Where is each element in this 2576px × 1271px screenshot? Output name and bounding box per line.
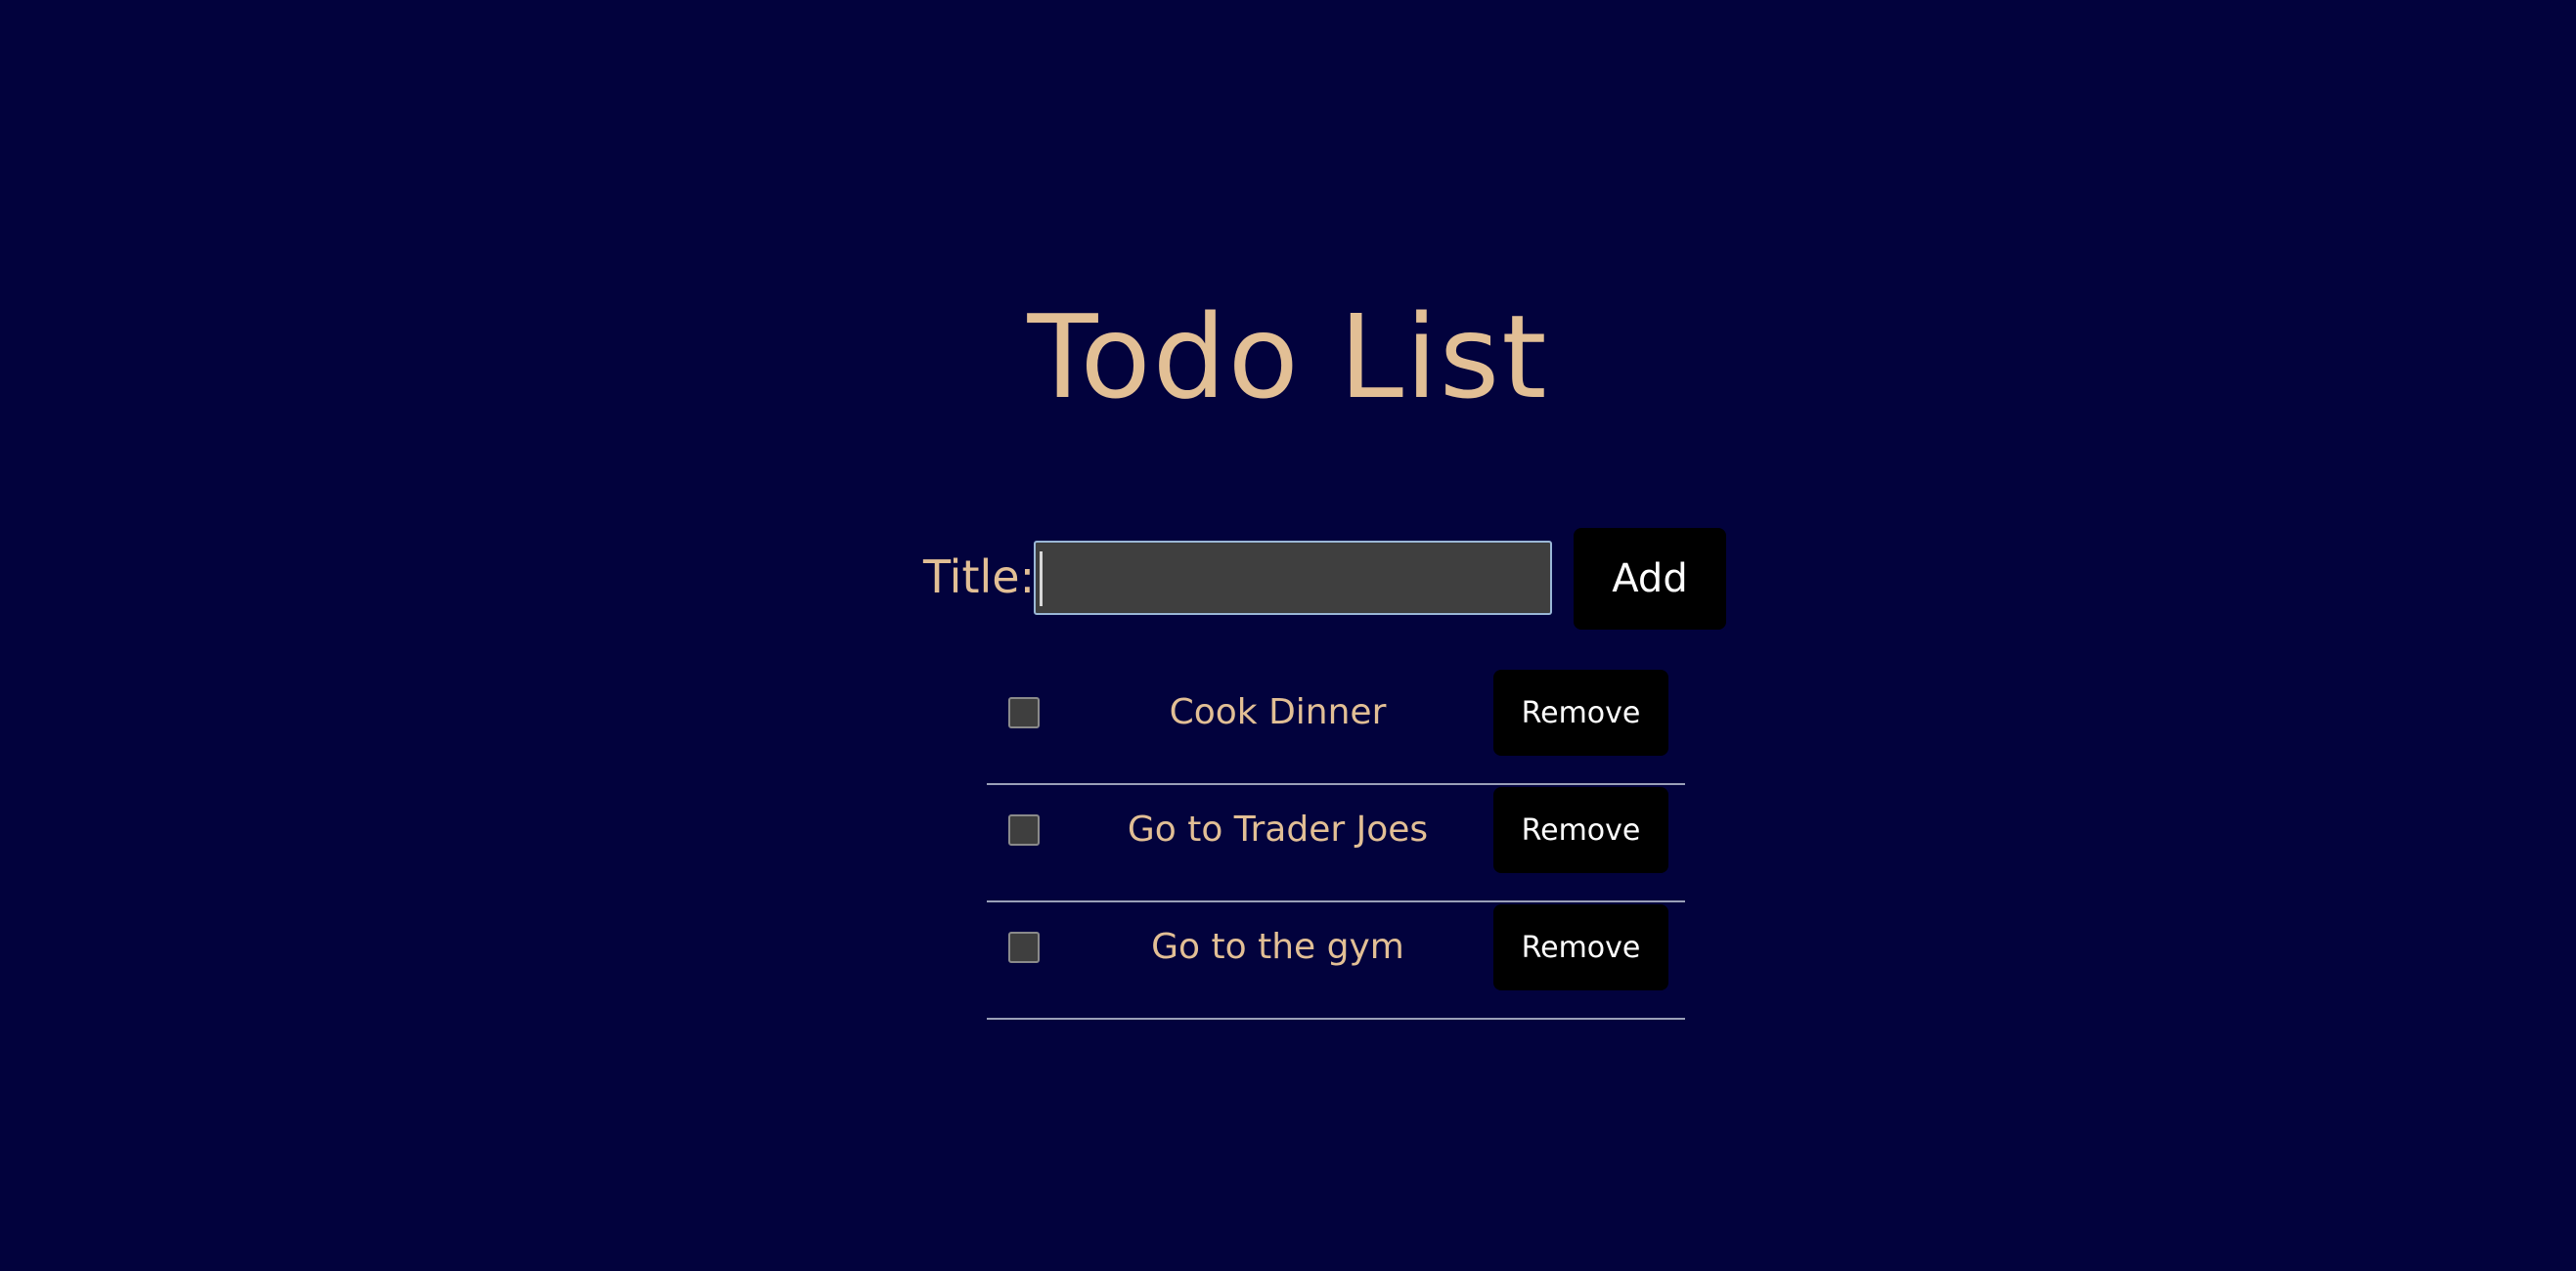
remove-button[interactable]: Remove [1493, 904, 1668, 990]
add-button[interactable]: Add [1574, 528, 1726, 630]
todo-label: Go to Trader Joes [1127, 810, 1429, 850]
remove-button[interactable]: Remove [1493, 787, 1668, 873]
page-title: Todo List [1027, 289, 1549, 424]
title-label: Title: [923, 550, 1036, 603]
todo-item: Go to the gym Remove [987, 902, 1685, 1020]
todo-label: Go to the gym [1151, 927, 1404, 967]
todo-list: Cook Dinner Remove Go to Trader Joes Rem… [987, 668, 1685, 1020]
todo-item: Go to Trader Joes Remove [987, 785, 1685, 902]
todo-checkbox[interactable] [1008, 697, 1040, 728]
remove-button[interactable]: Remove [1493, 670, 1668, 756]
text-caret [1040, 551, 1043, 606]
todo-label: Cook Dinner [1169, 692, 1387, 732]
todo-checkbox[interactable] [1008, 814, 1040, 846]
title-input[interactable] [1034, 541, 1552, 615]
add-todo-form: Title: Add [0, 528, 2576, 630]
todo-item: Cook Dinner Remove [987, 668, 1685, 785]
todo-page: Todo List Title: Add Cook Dinner Remove … [0, 0, 2576, 1271]
todo-checkbox[interactable] [1008, 932, 1040, 963]
